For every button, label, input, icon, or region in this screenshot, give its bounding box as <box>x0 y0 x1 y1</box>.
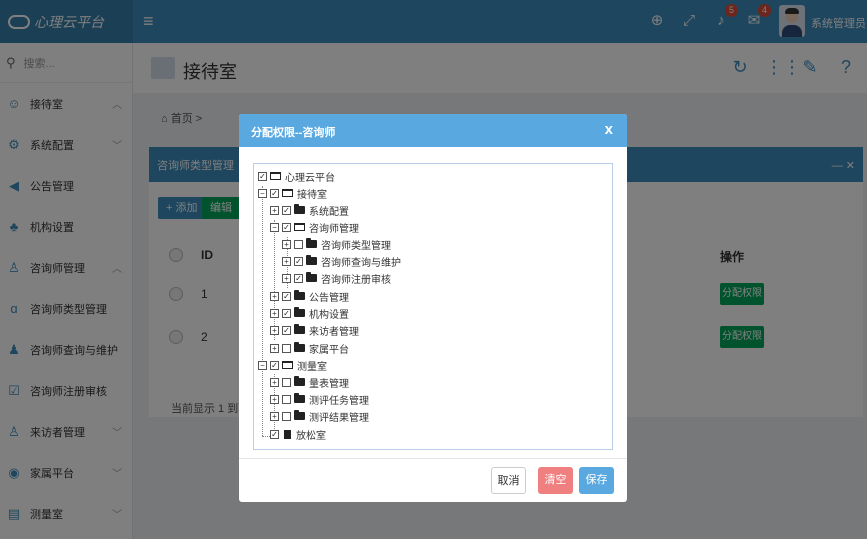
tree-node-visitor-mgmt[interactable]: + ✓ 来访者管理 <box>270 322 359 338</box>
expand-icon[interactable]: + <box>270 394 279 404</box>
checkbox[interactable]: ✓ <box>282 325 291 335</box>
cancel-button[interactable]: 取消 <box>491 467 526 494</box>
tree-node-system-config[interactable]: + ✓ 系统配置 <box>270 202 349 218</box>
folder-icon <box>294 307 305 317</box>
dialog-title: 分配权限--咨询师 <box>251 127 336 139</box>
close-icon[interactable]: x <box>605 122 613 138</box>
dialog-footer-divider <box>239 458 627 459</box>
tree-node-assessment-tasks[interactable]: + 测评任务管理 <box>270 391 369 407</box>
checkbox[interactable]: ✓ <box>282 291 291 301</box>
tree-node-announcements[interactable]: + ✓ 公告管理 <box>270 288 349 304</box>
checkbox[interactable] <box>282 377 291 387</box>
checkbox[interactable] <box>282 343 291 353</box>
clear-button[interactable]: 清空 <box>538 467 573 494</box>
checkbox[interactable]: ✓ <box>270 188 279 198</box>
folder-icon <box>294 410 305 420</box>
checkbox[interactable] <box>294 239 303 249</box>
tree-node-org-settings[interactable]: + ✓ 机构设置 <box>270 305 349 321</box>
folder-icon <box>294 324 305 334</box>
collapse-icon[interactable]: − <box>258 188 267 198</box>
folder-icon <box>294 376 305 386</box>
expand-icon[interactable]: + <box>270 291 279 301</box>
checkbox[interactable] <box>282 411 291 421</box>
checkbox[interactable]: ✓ <box>270 429 279 439</box>
checkbox[interactable]: ✓ <box>258 171 267 181</box>
folder-icon <box>306 238 317 248</box>
dialog-header: 分配权限--咨询师 x <box>239 114 627 147</box>
checkbox[interactable] <box>282 394 291 404</box>
folder-icon <box>294 290 305 300</box>
expand-icon[interactable]: + <box>270 308 279 318</box>
tree-node-root[interactable]: ✓ 心理云平台 <box>258 168 335 184</box>
expand-icon[interactable]: + <box>282 256 291 266</box>
checkbox[interactable]: ✓ <box>282 222 291 232</box>
collapse-icon[interactable]: − <box>258 360 267 370</box>
checkbox[interactable]: ✓ <box>282 308 291 318</box>
tree-node-relaxation-room[interactable]: ✓ 放松室 <box>270 426 326 442</box>
tree-node-counselor-query[interactable]: + ✓ 咨询师查询与维护 <box>282 253 401 269</box>
folder-open-icon <box>282 189 293 197</box>
expand-icon[interactable]: + <box>270 377 279 387</box>
tree-node-counselor-review[interactable]: + ✓ 咨询师注册审核 <box>282 270 391 286</box>
folder-icon <box>306 255 317 265</box>
folder-icon <box>294 204 305 214</box>
folder-icon <box>294 342 305 352</box>
tree-node-family-platform[interactable]: + 家属平台 <box>270 340 349 356</box>
checkbox[interactable]: ✓ <box>294 273 303 283</box>
folder-icon <box>306 272 317 282</box>
file-icon <box>284 429 291 439</box>
checkbox[interactable]: ✓ <box>270 360 279 370</box>
folder-open-icon <box>270 172 281 180</box>
expand-icon[interactable]: + <box>270 343 279 353</box>
expand-icon[interactable]: + <box>282 239 291 249</box>
folder-open-icon <box>282 361 293 369</box>
permission-tree: ✓ 心理云平台 − ✓ 接待室 + ✓ 系统配置 − ✓ 咨询师管理 + 咨询师… <box>253 163 613 450</box>
expand-icon[interactable]: + <box>270 205 279 215</box>
tree-node-counselor-types[interactable]: + 咨询师类型管理 <box>282 236 391 252</box>
checkbox[interactable]: ✓ <box>282 205 291 215</box>
tree-node-reception[interactable]: − ✓ 接待室 <box>258 185 327 201</box>
expand-icon[interactable]: + <box>282 273 291 283</box>
tree-node-scale-mgmt[interactable]: + 量表管理 <box>270 374 349 390</box>
tree-node-assessment-results[interactable]: + 测评结果管理 <box>270 408 369 424</box>
assign-permission-dialog: 分配权限--咨询师 x ✓ 心理云平台 − ✓ 接待室 + ✓ 系统配置 − ✓… <box>239 114 627 502</box>
checkbox[interactable]: ✓ <box>294 256 303 266</box>
save-button[interactable]: 保存 <box>579 467 614 494</box>
folder-open-icon <box>294 223 305 231</box>
tree-node-counselor-mgmt[interactable]: − ✓ 咨询师管理 <box>270 219 359 235</box>
folder-icon <box>294 393 305 403</box>
expand-icon[interactable]: + <box>270 325 279 335</box>
expand-icon[interactable]: + <box>270 411 279 421</box>
collapse-icon[interactable]: − <box>270 222 279 232</box>
tree-node-measurement-room[interactable]: − ✓ 测量室 <box>258 357 327 373</box>
